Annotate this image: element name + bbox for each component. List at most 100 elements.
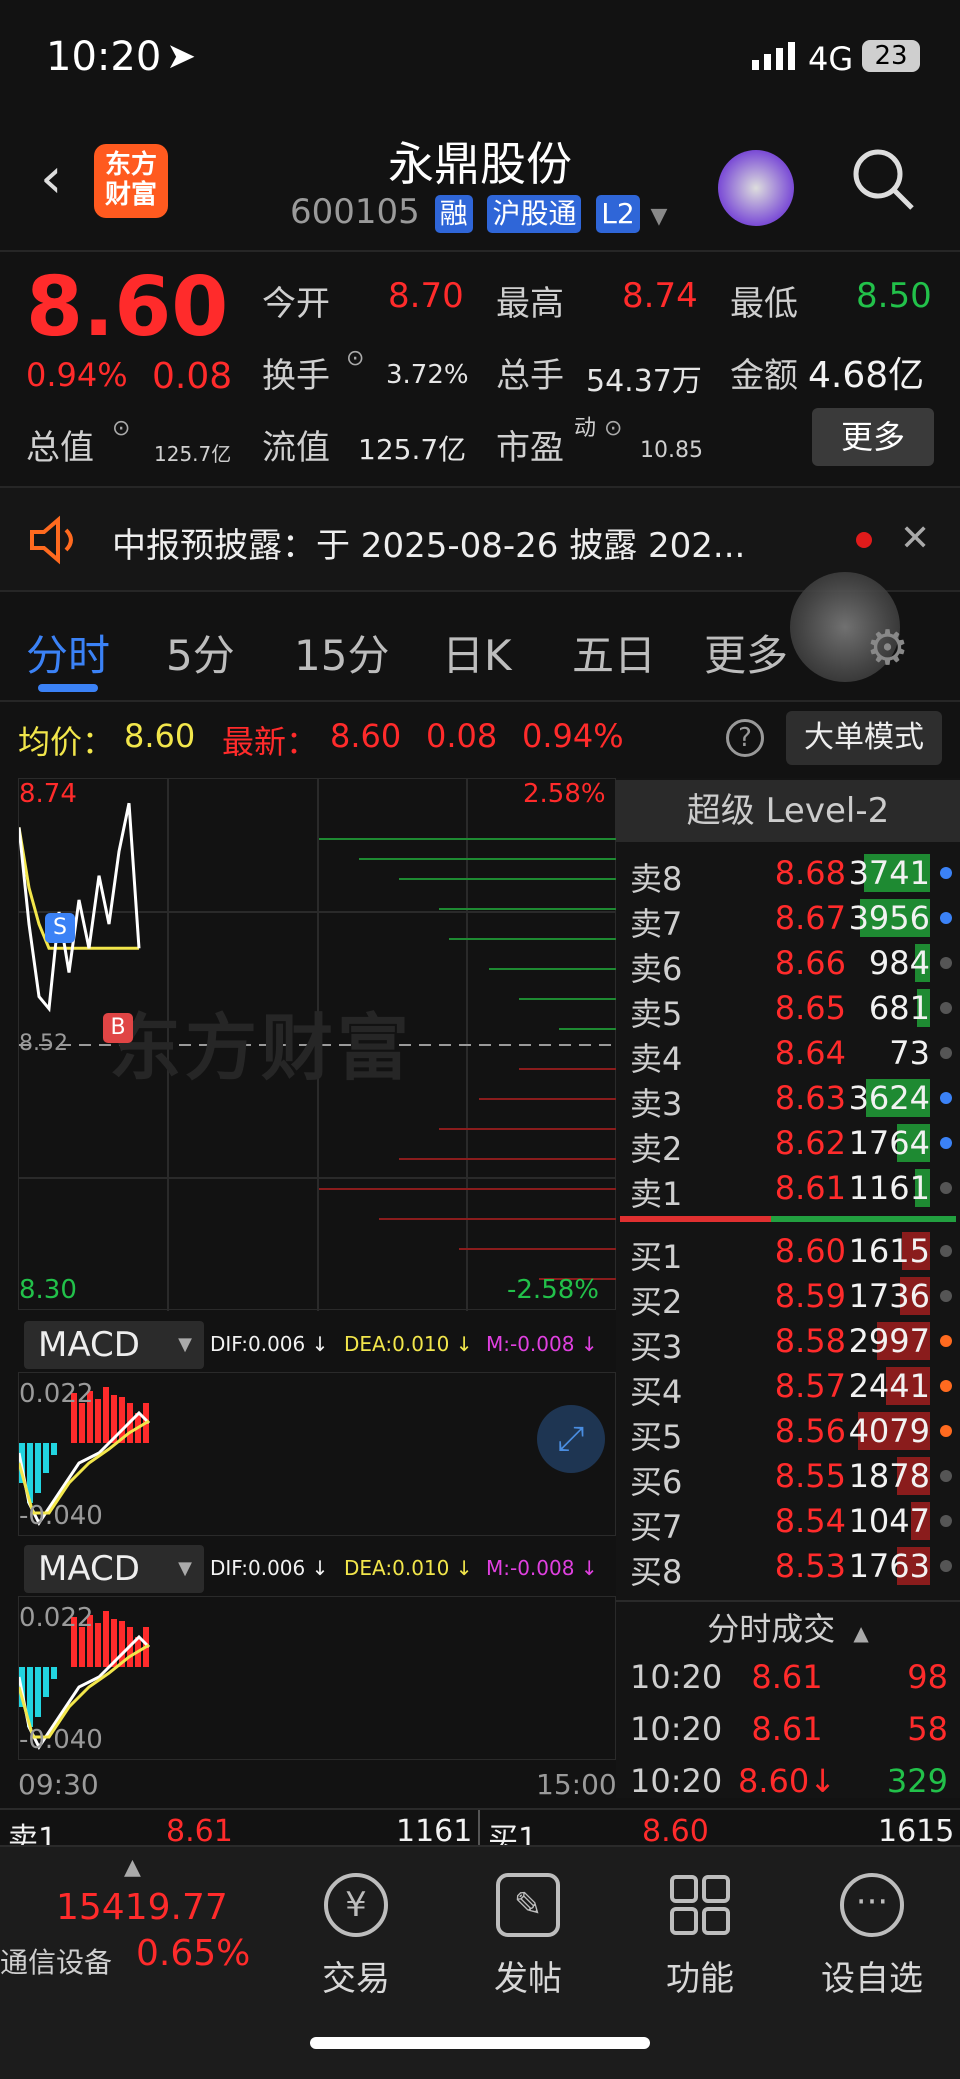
- help-icon[interactable]: ?: [726, 719, 764, 757]
- trade-time: 10:20: [630, 1710, 723, 1748]
- bid-row[interactable]: 买8 8.53 1763: [616, 1543, 960, 1591]
- watchlist-button[interactable]: ··· 设自选: [802, 1847, 942, 2000]
- ask-row[interactable]: 卖2 8.62 1764: [616, 1120, 960, 1168]
- pe-label: 市盈: [496, 428, 564, 468]
- latest-pct: 0.94%: [522, 717, 624, 755]
- tab-5min[interactable]: 5分: [166, 622, 235, 683]
- ask-row[interactable]: 卖1 8.61 1161: [616, 1165, 960, 1213]
- robot-assistant-icon[interactable]: [718, 150, 794, 226]
- ask-row[interactable]: 卖7 8.67 3956: [616, 895, 960, 943]
- status-bar: 10:20 ➤ 4G 23: [0, 0, 960, 120]
- quote-panel: 8.60 0.94% 0.08 今开 8.70 最高 8.74 最低 8.50 …: [0, 250, 960, 488]
- ask-row[interactable]: 卖4 8.64 73: [616, 1030, 960, 1078]
- ask-row[interactable]: 卖6 8.66 984: [616, 940, 960, 988]
- volume-value: 54.37万: [586, 364, 702, 399]
- sell-marker[interactable]: S: [45, 913, 75, 943]
- macd-selector[interactable]: MACD ▼: [24, 1321, 204, 1369]
- trade-volume: 58: [907, 1710, 948, 1748]
- x-end-label: 15:00: [536, 1768, 617, 1801]
- bid-volume: 1047: [848, 1502, 930, 1540]
- tab-5day[interactable]: 五日: [572, 622, 656, 683]
- turnover-value: 3.72%: [386, 360, 469, 390]
- low-value: 8.50: [856, 276, 932, 316]
- ref-price-label: 8.52: [19, 1031, 68, 1056]
- ask-indicator-dot: [940, 1047, 952, 1059]
- macd-dif-2: DIF:0.006 ↓: [210, 1556, 329, 1580]
- buy-marker[interactable]: B: [103, 1013, 133, 1043]
- ask-volume: 681: [868, 989, 930, 1027]
- latest-label: 最新：: [222, 723, 319, 761]
- yen-icon: ¥: [324, 1873, 388, 1937]
- functions-button[interactable]: 功能: [630, 1847, 770, 2000]
- level2-tag: L2: [596, 195, 640, 233]
- big-order-mode-button[interactable]: 大单模式: [786, 711, 942, 765]
- search-icon[interactable]: [850, 146, 916, 212]
- trade-price: 8.60↓: [737, 1762, 837, 1800]
- notice-bar[interactable]: 中报预披露：于 2025-08-26 披露 202... ✕: [0, 488, 960, 592]
- ask-row[interactable]: 卖3 8.63 3624: [616, 1075, 960, 1123]
- average-bar: 均价： 8.60 最新： 8.60 0.08 0.94% ? 大单模式: [0, 705, 960, 775]
- ask-row[interactable]: 卖8 8.68 3741: [616, 850, 960, 898]
- more-button[interactable]: 更多: [812, 408, 934, 466]
- bid-row[interactable]: 买4 8.57 2441: [616, 1363, 960, 1411]
- bid-row[interactable]: 买5 8.56 4079: [616, 1408, 960, 1456]
- more-circle-icon[interactable]: ⊙: [604, 416, 622, 441]
- avg-value: 8.60: [124, 717, 196, 755]
- order-book: 超级 Level-2 卖8 8.68 3741 卖7 8.67 3956 卖6 8.66 984…: [616, 778, 960, 1800]
- macd-panel: 0.022 -0.040 ⤢: [17, 1372, 616, 1536]
- ask-volume: 984: [868, 944, 930, 982]
- bid-row[interactable]: 买7 8.54 1047: [616, 1498, 960, 1546]
- divider: [616, 1600, 960, 1602]
- ask-level-label: 卖1: [630, 1175, 683, 1213]
- more-circle-icon[interactable]: ⊙: [346, 346, 364, 371]
- change-pct: 0.94%: [26, 356, 128, 394]
- edit-icon: ✎: [496, 1873, 560, 1937]
- ask-volume: 3624: [848, 1079, 930, 1117]
- chevron-up-icon[interactable]: ▲: [124, 1855, 141, 1880]
- functions-label: 功能: [666, 1959, 734, 1999]
- strip-sell1-label: 卖1: [8, 1822, 58, 1848]
- bid-level-label: 买3: [630, 1328, 683, 1366]
- expand-icon[interactable]: ⤢: [537, 1405, 605, 1473]
- grid-icon: [668, 1873, 732, 1937]
- open-value: 8.70: [388, 276, 464, 316]
- amount-label: 金额: [730, 356, 798, 396]
- bid-level-label: 买6: [630, 1463, 683, 1501]
- bid-level-label: 买1: [630, 1238, 683, 1276]
- post-button[interactable]: ✎ 发帖: [458, 1847, 598, 2000]
- trades-title[interactable]: 分时成交 ▲: [616, 1604, 960, 1650]
- trade-price: 8.61: [751, 1658, 823, 1696]
- macd-header: MACD ▼ DIF:0.006 ↓ DEA:0.010 ↓ M:-0.008 ↓: [0, 1318, 616, 1369]
- back-icon[interactable]: ‹: [40, 146, 62, 211]
- level2-title[interactable]: 超级 Level-2: [616, 780, 960, 842]
- pe-sup: 动: [574, 416, 597, 441]
- stock-code-row[interactable]: 600105 融 沪股通 L2 ▼: [290, 192, 667, 233]
- signal-icon: [752, 40, 800, 70]
- bid-indicator-dot: [940, 1425, 952, 1437]
- bid-row[interactable]: 买3 8.58 2997: [616, 1318, 960, 1366]
- bid-row[interactable]: 买2 8.59 1736: [616, 1273, 960, 1321]
- tab-intraday[interactable]: 分时: [26, 622, 110, 683]
- bid-volume: 2997: [848, 1322, 930, 1360]
- tab-day[interactable]: 日K: [442, 622, 512, 683]
- sector-index-value[interactable]: 15419.77: [56, 1887, 228, 1928]
- macd-dif: DIF:0.006 ↓: [210, 1332, 329, 1356]
- ask-level-label: 卖8: [630, 860, 683, 898]
- more-dots-icon: ···: [840, 1873, 904, 1937]
- more-circle-icon[interactable]: ⊙: [112, 416, 130, 441]
- macd-dea: DEA:0.010 ↓: [344, 1332, 473, 1356]
- y-high-label: 8.74: [19, 779, 77, 809]
- notice-text: 中报预披露：于 2025-08-26 披露 202...: [112, 526, 746, 566]
- trade-button[interactable]: ¥ 交易: [286, 1847, 426, 2000]
- ask-row[interactable]: 卖5 8.65 681: [616, 985, 960, 1033]
- bid-row[interactable]: 买1 8.60 1615: [616, 1228, 960, 1276]
- ask-indicator-dot: [940, 1002, 952, 1014]
- intraday-chart[interactable]: 东方财富 8.74 2.58% 8.52 8.30 -2.58% S B: [17, 778, 617, 1311]
- tab-15min[interactable]: 15分: [294, 622, 389, 683]
- close-icon[interactable]: ✕: [900, 518, 930, 559]
- tab-more[interactable]: 更多: [704, 622, 788, 683]
- gear-icon[interactable]: ⚙: [866, 620, 909, 676]
- bid-row[interactable]: 买6 8.55 1878: [616, 1453, 960, 1501]
- latest-value: 8.60: [330, 717, 402, 755]
- macd-selector-2[interactable]: MACD ▼: [24, 1545, 204, 1593]
